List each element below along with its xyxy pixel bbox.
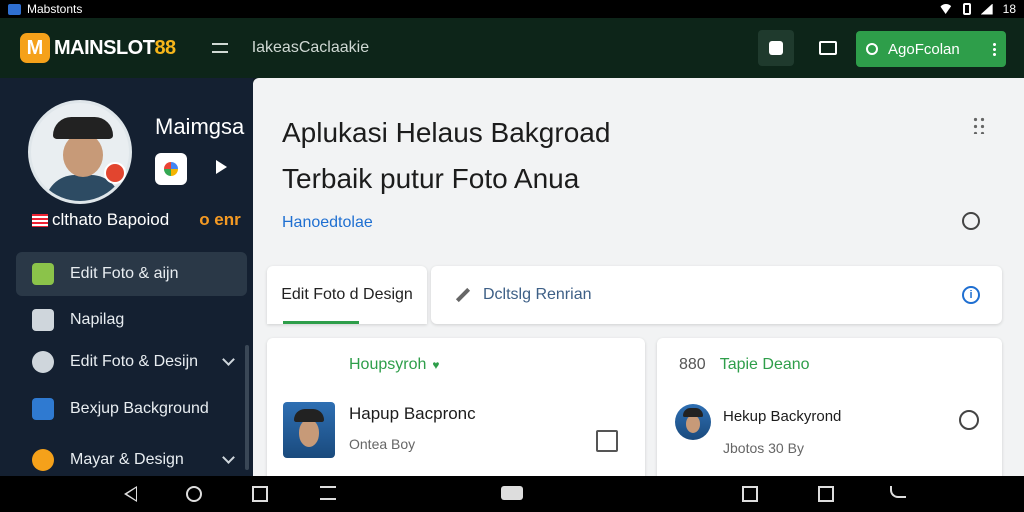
play-icon[interactable] xyxy=(216,160,227,174)
active-tab-indicator xyxy=(283,321,359,324)
gallery-button[interactable] xyxy=(810,30,846,66)
expand-icon[interactable] xyxy=(596,430,618,452)
app-header: M MAINSLOT88 IakeasCaclaakie AgoFcolan xyxy=(0,18,1024,78)
content-card-1[interactable]: Houpsyroh ♥ Hapup Bacpronc Ontea Boy xyxy=(267,338,645,476)
status-app-name: Mabstonts xyxy=(27,2,83,16)
pencil-icon xyxy=(455,287,471,303)
rotate-icon[interactable] xyxy=(320,486,336,500)
card-title: Hapup Bacpronc xyxy=(349,404,476,423)
home-icon[interactable] xyxy=(186,486,202,502)
sidebar-item-napilag[interactable]: Napilag xyxy=(16,298,247,342)
card-avatar xyxy=(675,404,711,440)
content-card-2[interactable]: 880 Tapie Deano Hekup Backyrond Jbotos 30… xyxy=(657,338,1002,476)
status-clock: 18 xyxy=(1002,2,1016,16)
palette-icon xyxy=(32,351,54,373)
window-icon xyxy=(32,309,54,331)
card-title: Hekup Backyrond xyxy=(723,408,842,425)
pinwheel-icon xyxy=(164,162,178,176)
flag-icon xyxy=(32,213,48,227)
card-meta: Jbotos 30 By xyxy=(723,440,804,456)
system-nav-bar xyxy=(0,476,1024,512)
copy-icon[interactable] xyxy=(818,486,834,502)
warning-text: o enr xyxy=(199,210,241,229)
photo-edit-icon xyxy=(32,263,54,285)
page-title: Aplukasi Helaus Bakgroad Terbaik putur F… xyxy=(282,117,611,194)
user-name: Maimgsa xyxy=(155,114,245,139)
tab-bar: Edit Foto d Design Dcltslg Renrian i xyxy=(267,266,1002,324)
card-header: Houpsyroh ♥ xyxy=(349,356,440,373)
brand-logo[interactable]: M MAINSLOT88 xyxy=(20,33,176,63)
recent-apps-icon[interactable] xyxy=(252,486,268,502)
search-button[interactable]: AgoFcolan xyxy=(856,31,1006,67)
chevron-down-icon xyxy=(222,353,235,366)
tab-edit-foto-design[interactable]: Edit Foto d Design xyxy=(267,266,427,324)
chevron-down-icon xyxy=(222,451,235,464)
app-icon xyxy=(8,3,21,15)
main-content: Aplukasi Helaus Bakgroad Terbaik putur F… xyxy=(253,78,1024,476)
sidebar-item-background[interactable]: Bexjup Background xyxy=(16,387,247,431)
sidebar-scrollbar[interactable] xyxy=(245,345,249,470)
tab-search-field[interactable]: Dcltslg Renrian i xyxy=(431,266,1002,324)
grid-menu-icon[interactable] xyxy=(972,116,986,134)
more-vertical-icon[interactable] xyxy=(993,42,996,56)
avatar[interactable] xyxy=(28,100,132,204)
image-icon xyxy=(819,41,837,55)
sidebar-item-edit-design[interactable]: Edit Foto & Desijn xyxy=(16,340,247,384)
section-link[interactable]: Hanoedtolae xyxy=(282,214,373,232)
window-icon[interactable] xyxy=(742,486,758,502)
logo-mark: M xyxy=(20,33,50,63)
battery-icon xyxy=(962,3,971,15)
card-header: 880 Tapie Deano xyxy=(679,356,810,373)
logo-text: MAINSLOT88 xyxy=(54,36,176,59)
lock-icon xyxy=(769,41,783,55)
card-meta: Ontea Boy xyxy=(349,436,416,452)
background-icon xyxy=(32,398,54,420)
sidebar: Maimgsa clthato Bapoiod o enr Edit Foto … xyxy=(0,78,253,476)
info-icon[interactable]: i xyxy=(962,286,980,304)
avatar-design-icon xyxy=(32,449,54,471)
card-thumbnail xyxy=(283,402,335,458)
heart-icon: ♥ xyxy=(432,358,440,372)
share-icon[interactable] xyxy=(962,212,980,230)
menu-icon[interactable] xyxy=(211,43,228,53)
keyboard-icon[interactable] xyxy=(501,486,523,500)
signal-icon xyxy=(980,3,993,15)
pinwheel-button[interactable] xyxy=(155,153,187,185)
header-subtitle: IakeasCaclaakie xyxy=(251,39,370,56)
sidebar-item-edit-foto[interactable]: Edit Foto & aijn xyxy=(16,252,247,296)
status-icons: 18 xyxy=(938,2,1016,16)
return-icon[interactable] xyxy=(890,486,906,498)
avatar-status-badge xyxy=(104,162,126,184)
back-icon[interactable] xyxy=(124,486,137,502)
wifi-icon xyxy=(938,4,953,14)
search-button-label: AgoFcolan xyxy=(888,40,960,58)
lock-button[interactable] xyxy=(758,30,794,66)
search-icon xyxy=(866,43,878,55)
share-icon[interactable] xyxy=(959,410,979,430)
user-subtitle: clthato Bapoiod o enr xyxy=(32,210,253,230)
status-bar: Mabstonts 18 xyxy=(0,0,1024,18)
